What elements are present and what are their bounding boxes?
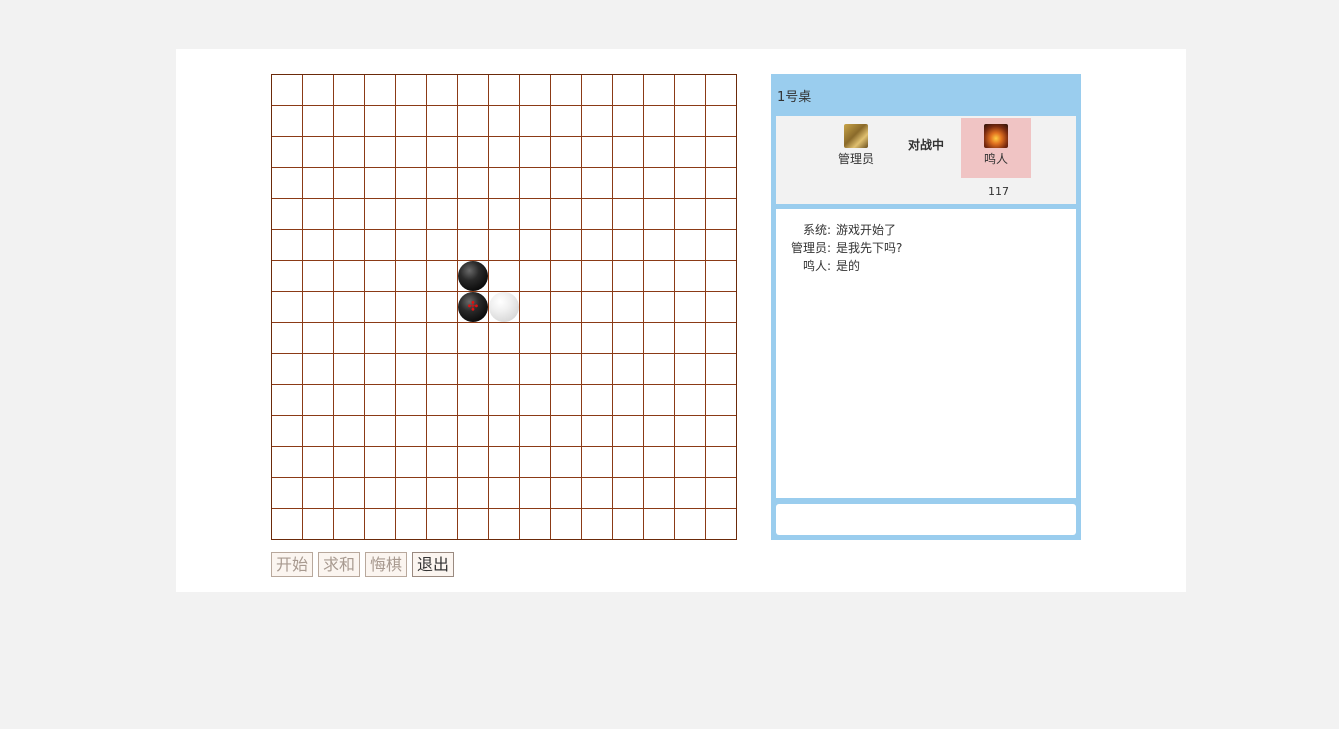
last-move-marker-icon: ✣ <box>467 299 479 315</box>
room-sidebar: 1号桌 管理员 对战中 鸣人 117 系统: 游戏开始了 管理员: 是我先下吗? <box>771 74 1081 540</box>
table-title: 1号桌 <box>777 90 812 105</box>
chat-text: 游戏开始了 <box>836 223 897 237</box>
chat-log[interactable]: 系统: 游戏开始了 管理员: 是我先下吗? 鸣人: 是的 <box>776 209 1076 498</box>
game-panel: ✣ 开始 求和 悔棋 退出 1号桌 管理员 对战中 鸣人 117 系统: 游戏开… <box>176 49 1186 592</box>
black-stone <box>458 261 488 291</box>
player-name: 管理员 <box>837 152 874 166</box>
gomoku-board[interactable]: ✣ <box>271 74 737 540</box>
chat-message: 鸣人: 是的 <box>776 257 1076 275</box>
chat-text: 是的 <box>836 259 861 273</box>
autumn-avatar-icon <box>844 124 868 148</box>
draw-button[interactable]: 求和 <box>318 552 361 577</box>
player-card-opponent: 鸣人 <box>961 118 1031 178</box>
chat-message: 系统: 游戏开始了 <box>776 221 1076 239</box>
chat-message: 管理员: 是我先下吗? <box>776 239 1076 257</box>
player-score: 117 <box>988 185 1009 198</box>
chat-input[interactable] <box>776 504 1076 535</box>
start-button[interactable]: 开始 <box>271 552 314 577</box>
chat-sender: 系统: <box>802 223 831 237</box>
game-status: 对战中 <box>908 138 945 152</box>
control-buttons: 开始 求和 悔棋 退出 <box>271 552 455 577</box>
player-card-self: 管理员 <box>821 118 891 178</box>
black-stone: ✣ <box>458 292 488 322</box>
players-area: 管理员 对战中 鸣人 117 <box>776 116 1076 204</box>
white-stone <box>489 292 519 322</box>
undo-button[interactable]: 悔棋 <box>365 552 408 577</box>
chat-text: 是我先下吗? <box>836 241 903 255</box>
chat-sender: 管理员: <box>790 241 831 255</box>
fire-avatar-icon <box>984 124 1008 148</box>
exit-button[interactable]: 退出 <box>412 552 455 577</box>
chat-sender: 鸣人: <box>802 259 831 273</box>
player-name: 鸣人 <box>983 152 1008 166</box>
